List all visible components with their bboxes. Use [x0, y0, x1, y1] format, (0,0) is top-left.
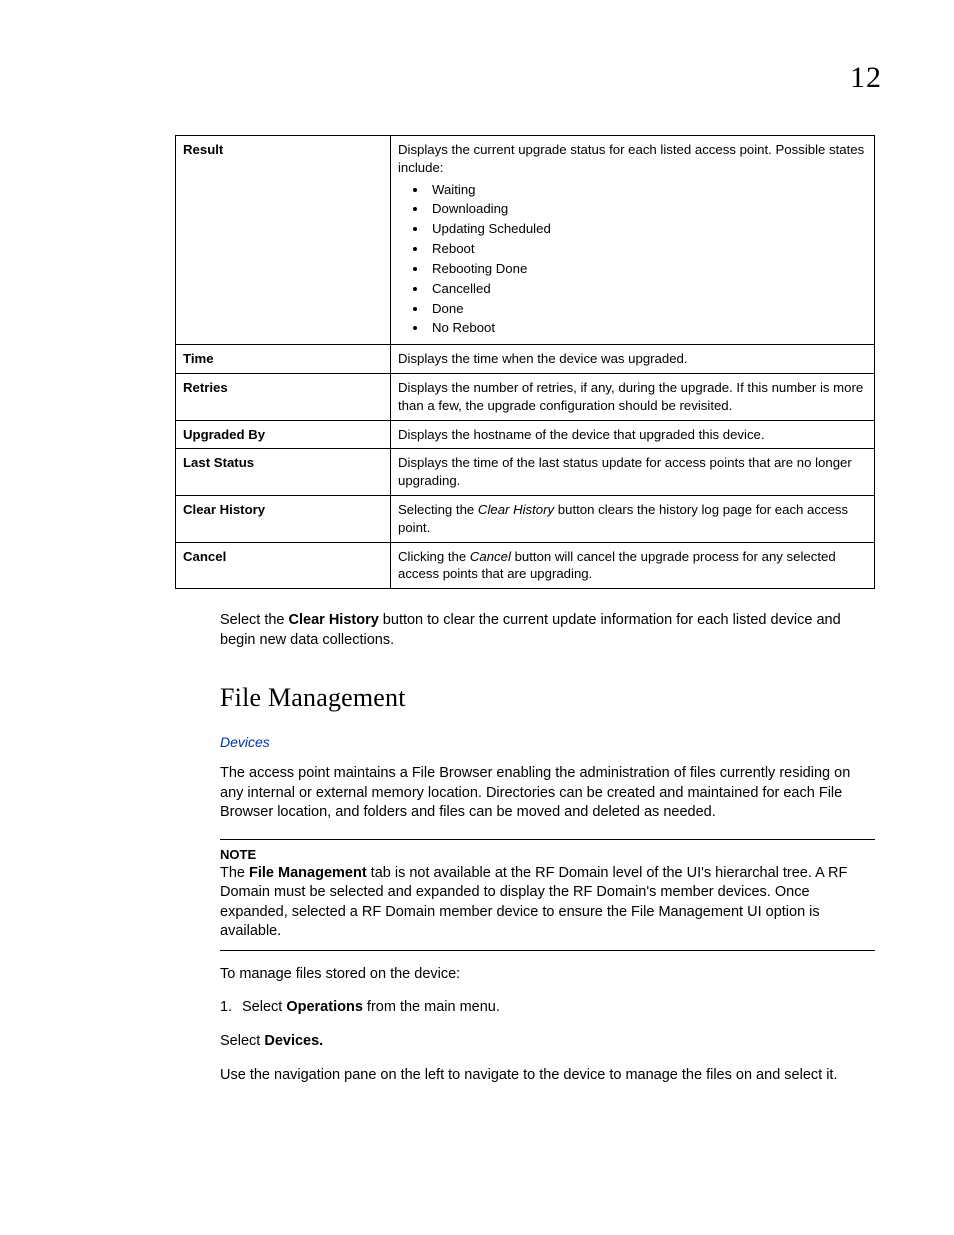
table-row: Result Displays the current upgrade stat… — [176, 136, 875, 345]
step-bold: Operations — [286, 999, 363, 1015]
definition-table: Result Displays the current upgrade stat… — [175, 135, 875, 589]
nav-para: Use the navigation pane on the left to n… — [220, 1066, 875, 1086]
note-block: NOTE The File Management tab is not avai… — [220, 839, 875, 951]
desc-pre: Selecting the — [398, 502, 478, 517]
table-row: Retries Displays the number of retries, … — [176, 373, 875, 420]
step-post: from the main menu. — [363, 999, 500, 1015]
after-table-para: Select the Clear History button to clear… — [220, 611, 875, 650]
step-pre: Select — [242, 999, 286, 1015]
select-devices: Select Devices. — [220, 1032, 875, 1052]
desc-em: Clear History — [478, 502, 554, 517]
text-pre: Select the — [220, 612, 289, 628]
state-item: Cancelled — [428, 280, 867, 298]
note-label: NOTE — [220, 846, 875, 864]
table-row: Cancel Clicking the Cancel button will c… — [176, 542, 875, 589]
sd-pre: Select — [220, 1033, 264, 1049]
row-label: Cancel — [176, 542, 391, 589]
fm-intro-para: The access point maintains a File Browse… — [220, 764, 875, 823]
note-body: The File Management tab is not available… — [220, 864, 875, 942]
text-bold: Clear History — [289, 612, 379, 628]
state-item: Done — [428, 300, 867, 318]
row-desc: Displays the hostname of the device that… — [391, 420, 875, 449]
desc-em: Cancel — [470, 549, 511, 564]
row-desc: Displays the number of retries, if any, … — [391, 373, 875, 420]
row-label: Result — [176, 136, 391, 345]
row-desc: Displays the time when the device was up… — [391, 345, 875, 374]
table-row: Clear History Selecting the Clear Histor… — [176, 496, 875, 543]
devices-link[interactable]: Devices — [220, 733, 875, 752]
row-desc: Selecting the Clear History button clear… — [391, 496, 875, 543]
row-label: Clear History — [176, 496, 391, 543]
desc-pre: Clicking the — [398, 549, 470, 564]
row-label: Retries — [176, 373, 391, 420]
states-list: Waiting Downloading Updating Scheduled R… — [428, 181, 867, 338]
state-item: Updating Scheduled — [428, 220, 867, 238]
row-label: Time — [176, 345, 391, 374]
state-item: Reboot — [428, 240, 867, 258]
row-desc: Displays the time of the last status upd… — [391, 449, 875, 496]
table-row: Upgraded By Displays the hostname of the… — [176, 420, 875, 449]
state-item: No Reboot — [428, 319, 867, 337]
sd-bold: Devices. — [264, 1033, 323, 1049]
row-desc: Displays the current upgrade status for … — [391, 136, 875, 345]
state-item: Rebooting Done — [428, 260, 867, 278]
note-pre: The — [220, 865, 249, 881]
page-number: 12 — [850, 58, 882, 99]
section-heading: File Management — [220, 680, 875, 715]
row-desc: Clicking the Cancel button will cancel t… — [391, 542, 875, 589]
manage-intro: To manage files stored on the device: — [220, 965, 875, 985]
table-row: Last Status Displays the time of the las… — [176, 449, 875, 496]
state-item: Waiting — [428, 181, 867, 199]
page-content: Result Displays the current upgrade stat… — [175, 135, 875, 1085]
state-item: Downloading — [428, 200, 867, 218]
note-bold: File Management — [249, 865, 367, 881]
table-row: Time Displays the time when the device w… — [176, 345, 875, 374]
step-1: 1.Select Operations from the main menu. — [220, 998, 875, 1018]
row-label: Upgraded By — [176, 420, 391, 449]
step-number: 1. — [220, 998, 242, 1018]
row-label: Last Status — [176, 449, 391, 496]
desc-intro: Displays the current upgrade status for … — [398, 142, 864, 175]
